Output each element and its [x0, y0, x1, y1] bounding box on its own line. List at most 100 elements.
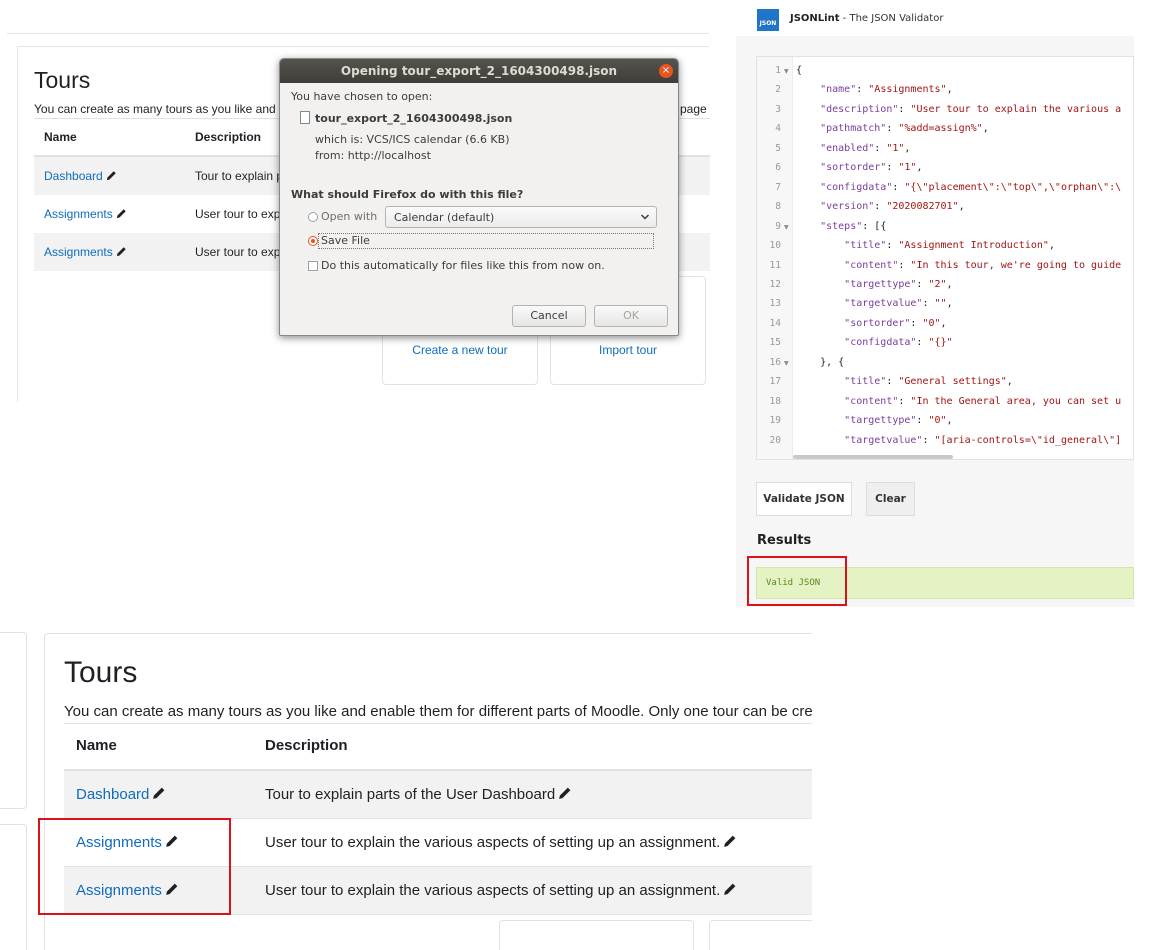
line-number: 4 [775, 123, 781, 135]
horizontal-scrollbar[interactable] [793, 455, 953, 459]
tour-description: Tour to explain p [195, 169, 284, 183]
column-header-description[interactable]: Description [265, 737, 348, 754]
line-number: 7 [775, 181, 781, 193]
code-line: "configdata": "{}" [844, 337, 953, 349]
tour-description: User tour to explain the various aspects… [265, 834, 737, 851]
code-line: { [796, 65, 803, 76]
file-name: tour_export_2_1604300498.json [315, 112, 513, 125]
tour-name-link[interactable]: Assignments [44, 245, 113, 259]
fold-arrow-icon[interactable]: ▼ [784, 360, 789, 367]
line-number: 10 [769, 240, 781, 252]
highlight-box-assignments [38, 818, 231, 915]
code-line: }, { [796, 356, 845, 368]
close-icon[interactable]: × [659, 64, 673, 78]
auto-label[interactable]: Do this automatically for files like thi… [321, 259, 605, 272]
line-number: 1 [775, 65, 781, 76]
line-number: 3 [775, 103, 781, 115]
jsonlint-panel: JSON JSONLint - The JSON Validator 1 ▼{2 … [736, 0, 1134, 607]
tour-description: User tour to explain the various aspects… [265, 882, 737, 899]
line-number: 19 [769, 415, 781, 427]
create-tour-link[interactable]: Create a new tour [383, 343, 537, 357]
line-number: 9 [775, 220, 781, 232]
action-question: What should Firefox do with this file? [291, 188, 524, 201]
side-block [0, 632, 27, 809]
tour-description-text: User tour to explain the various aspects… [265, 834, 721, 851]
page-title: Tours [64, 656, 138, 689]
open-with-label[interactable]: Open with [321, 210, 377, 223]
open-with-select[interactable]: Calendar (default) [385, 206, 657, 228]
line-number: 18 [769, 395, 781, 407]
create-tour-card[interactable] [499, 920, 694, 950]
code-line: "targettype": "0", [844, 415, 953, 427]
line-number: 14 [769, 317, 781, 329]
pencil-icon[interactable] [116, 208, 127, 219]
table-row: Dashboard Tour to explain parts of the U… [64, 771, 812, 819]
json-logo[interactable]: JSON [757, 9, 779, 31]
pencil-icon[interactable] [723, 834, 737, 848]
line-number: 5 [775, 142, 781, 154]
auto-checkbox[interactable] [308, 261, 318, 271]
tour-description: Tour to explain parts of the User Dashbo… [265, 786, 572, 803]
code-line: "title": "Assignment Introduction", [844, 240, 1055, 252]
column-header-name[interactable]: Name [44, 130, 77, 144]
pencil-icon[interactable] [723, 882, 737, 896]
top-divider [7, 33, 709, 34]
jsonlint-header: JSON JSONLint - The JSON Validator [736, 0, 1134, 36]
line-number: 17 [769, 376, 781, 388]
save-file-label[interactable]: Save File [321, 234, 370, 247]
pencil-icon[interactable] [558, 786, 572, 800]
json-editor[interactable]: 1 ▼{2 "name": "Assignments", 3 "descriptio… [756, 56, 1134, 460]
tour-name-link[interactable]: Dashboard [76, 786, 149, 803]
clear-button[interactable]: Clear [866, 482, 915, 516]
line-number: 13 [769, 298, 781, 310]
code-line: "title": "General settings", [844, 376, 1013, 388]
code-line: "configdata": "{\"placement\":\"top\",\"… [820, 181, 1122, 193]
validate-json-button[interactable]: Validate JSON [756, 482, 852, 516]
line-number: 8 [775, 201, 781, 213]
code-line: "sortorder": "0", [844, 317, 947, 329]
code-line: "sortorder": "1", [820, 162, 923, 174]
code-line: "description": "User tour to explain the… [820, 103, 1122, 115]
tour-name-link[interactable]: Dashboard [44, 169, 103, 183]
tour-description: User tour to exp [195, 207, 281, 221]
line-number: 6 [775, 162, 781, 174]
dialog-title[interactable]: Opening tour_export_2_1604300498.json [280, 59, 678, 83]
brand-name[interactable]: JSONLint [790, 13, 840, 24]
code-line: "content": "In this tour, we're going to… [844, 259, 1122, 271]
code-line: "targetvalue": "", [844, 298, 953, 310]
tours-intro-tail: page [680, 102, 707, 116]
code-line: "name": "Assignments", [820, 84, 953, 96]
fold-arrow-icon[interactable]: ▼ [784, 68, 789, 75]
file-source: from: http://localhost [315, 149, 431, 162]
import-tour-card[interactable] [709, 920, 812, 950]
pencil-icon[interactable] [106, 170, 117, 181]
page-title: Tours [34, 67, 91, 93]
line-number: 2 [775, 84, 781, 96]
tours-intro: You can create as many tours as you like… [34, 102, 276, 116]
jsonlint-brand: JSONLint - The JSON Validator [790, 13, 943, 24]
fold-arrow-icon[interactable]: ▼ [784, 224, 789, 231]
column-header-description[interactable]: Description [195, 130, 261, 144]
import-tour-link[interactable]: Import tour [551, 343, 705, 357]
chosen-label: You have chosen to open: [291, 90, 433, 103]
column-header-name[interactable]: Name [76, 737, 117, 754]
cancel-button[interactable]: Cancel [512, 305, 586, 327]
tour-name-link[interactable]: Assignments [44, 207, 113, 221]
brand-tagline: - The JSON Validator [839, 13, 944, 24]
divider [64, 723, 812, 724]
tours-intro: You can create as many tours as you like… [64, 703, 812, 720]
line-number: 20 [769, 434, 781, 446]
pencil-icon[interactable] [116, 246, 127, 257]
open-with-radio[interactable] [308, 212, 318, 222]
ok-button[interactable]: OK [594, 305, 668, 327]
highlight-box-valid-json [747, 556, 847, 606]
tour-description-text: User tour to explain the various aspects… [265, 882, 721, 899]
code-line: "steps": [{ [820, 220, 887, 232]
tour-description-text: Tour to explain parts of the User Dashbo… [265, 786, 556, 803]
file-type: which is: VCS/ICS calendar (6.6 KB) [315, 133, 510, 146]
save-file-radio[interactable] [308, 236, 318, 246]
chevron-down-icon [640, 214, 650, 220]
file-icon [300, 111, 310, 124]
code-line: "pathmatch": "%add=assign%", [820, 123, 989, 135]
pencil-icon[interactable] [152, 786, 166, 800]
